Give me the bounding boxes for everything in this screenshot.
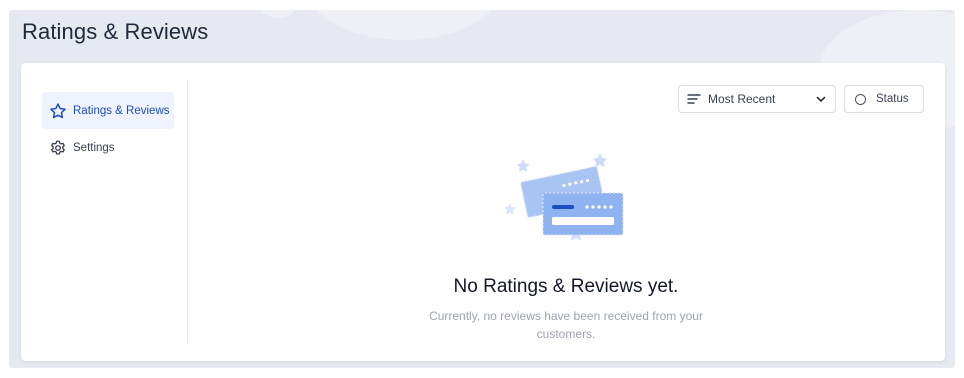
status-filter-button[interactable]: Status <box>844 85 924 113</box>
sidebar-item-label: Settings <box>73 141 115 154</box>
status-filter-label: Status <box>876 93 909 105</box>
decorative-blob <box>309 10 499 40</box>
sort-select[interactable]: Most Recent <box>678 85 836 113</box>
decorative-blob <box>254 10 302 18</box>
toolbar: Most Recent Status <box>678 85 924 113</box>
chevron-down-icon <box>815 93 827 105</box>
page-background: Ratings & Reviews Ratings & Reviews Sett… <box>9 10 955 368</box>
sidebar-item-ratings-reviews[interactable]: Ratings & Reviews <box>42 92 174 129</box>
star-icon <box>49 102 67 120</box>
page-title: Ratings & Reviews <box>22 19 209 44</box>
empty-state-description: Currently, no reviews have been received… <box>429 309 703 341</box>
empty-state-title: No Ratings & Reviews yet. <box>453 276 679 297</box>
sort-lines-icon <box>687 93 701 105</box>
sort-select-value: Most Recent <box>708 92 776 106</box>
empty-state-illustration <box>503 153 631 258</box>
sidebar: Ratings & Reviews Settings <box>21 80 188 343</box>
circle-icon <box>855 93 866 105</box>
sidebar-item-label: Ratings & Reviews <box>73 104 170 117</box>
content-card: Ratings & Reviews Settings Most Recent S… <box>21 63 945 361</box>
sidebar-item-settings[interactable]: Settings <box>42 129 174 166</box>
gear-icon <box>49 139 67 157</box>
